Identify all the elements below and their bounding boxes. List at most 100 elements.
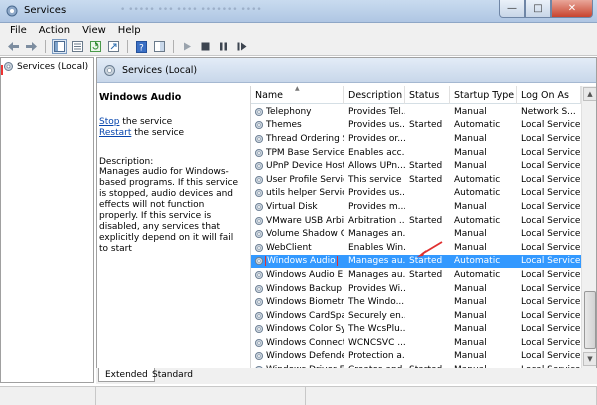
cell-name: TPM Base Services <box>251 148 344 158</box>
cell-log-on-as: Local Service <box>521 310 581 321</box>
gear-icon <box>254 148 264 157</box>
table-row[interactable]: Virtual Disk Provides m... Manual Local Ser… <box>251 200 581 214</box>
table-row[interactable]: Windows Color Sy... The WcsPlu... Manual Lo… <box>251 323 581 337</box>
close-button[interactable]: ✕ <box>551 0 593 18</box>
minimize-icon: — <box>507 3 517 14</box>
column-header-name[interactable]: ▲ Name <box>251 86 344 104</box>
export-icon <box>108 41 119 52</box>
cell-startup-type: Manual <box>454 229 487 240</box>
forward-button[interactable] <box>24 39 39 54</box>
forward-arrow-icon <box>26 42 37 51</box>
table-row[interactable]: UPnP Device Host Allows UPn... Started Manu… <box>251 159 581 173</box>
table-row[interactable]: Windows Connect... WCNCSVC ... Manual Local… <box>251 336 581 350</box>
menu-file[interactable]: File <box>4 25 33 36</box>
cell-name: Themes <box>251 120 344 130</box>
table-row[interactable]: Volume Shadow C... Manages an... Manual Loc… <box>251 227 581 241</box>
sort-ascending-icon: ▲ <box>295 86 300 92</box>
help-button[interactable]: ? <box>134 39 149 54</box>
cell-name: VMware USB Arbit... <box>251 216 344 226</box>
gear-icon <box>254 284 264 293</box>
scroll-down-button[interactable]: ▼ <box>583 352 596 366</box>
table-row[interactable]: utils helper Service Provides us... Automa… <box>251 187 581 201</box>
export-list-button[interactable] <box>106 39 121 54</box>
properties-button[interactable] <box>70 39 85 54</box>
vertical-scrollbar[interactable]: ▲ ▼ <box>581 86 596 368</box>
service-name: Windows Defender <box>266 351 344 362</box>
back-button[interactable] <box>6 39 21 54</box>
scroll-up-icon: ▲ <box>587 90 593 98</box>
cell-startup-type: Manual <box>454 161 487 172</box>
cell-name: Telephony <box>251 107 344 117</box>
menu-action[interactable]: Action <box>33 25 76 36</box>
maximize-icon: □ <box>533 3 543 14</box>
table-row[interactable]: Telephony Provides Tel... Manual Network S.… <box>251 105 581 119</box>
cell-description: Protection a... <box>348 351 405 362</box>
cell-description: The WcsPlu... <box>348 324 405 335</box>
table-row[interactable]: Windows Biometri... The Windo... Manual Loc… <box>251 295 581 309</box>
stop-link[interactable]: Stop <box>99 117 119 127</box>
cell-description: This service ... <box>348 174 405 185</box>
restart-link[interactable]: Restart <box>99 128 131 138</box>
column-header-description[interactable]: Description <box>344 86 405 104</box>
column-header-startup-label: Startup Type <box>454 89 515 101</box>
minimize-button[interactable]: — <box>499 0 525 18</box>
cell-startup-type: Automatic <box>454 174 501 185</box>
table-row[interactable]: Windows Backup Provides Wi... Manual Local … <box>251 282 581 296</box>
cell-log-on-as: Local Service <box>521 351 581 362</box>
scroll-thumb[interactable] <box>584 291 596 349</box>
table-row[interactable]: Windows Audio E... Manages au... Started Au… <box>251 268 581 282</box>
service-name: User Profile Service <box>266 174 344 185</box>
show-console-tree-button[interactable] <box>52 39 67 54</box>
cell-startup-type: Automatic <box>454 269 501 280</box>
column-header-log-on-as[interactable]: Log On As <box>517 86 581 104</box>
cell-description: Provides us... <box>348 188 405 199</box>
table-row[interactable]: Thread Ordering S... Provides or... Manual… <box>251 132 581 146</box>
cell-description: Provides Wi... <box>348 283 405 294</box>
pause-service-button[interactable] <box>216 39 231 54</box>
svg-text:?: ? <box>139 43 144 53</box>
cell-description: Manages an... <box>348 229 405 240</box>
table-row[interactable]: TPM Base Services Enables acc... Manual Loc… <box>251 146 581 160</box>
status-bar <box>0 386 597 405</box>
show-hide-action-pane-button[interactable] <box>152 39 167 54</box>
stop-service-button[interactable] <box>198 39 213 54</box>
gear-icon <box>254 107 264 116</box>
panel-header: Services (Local) <box>97 58 596 83</box>
cell-log-on-as: Local Service <box>521 161 581 172</box>
restart-service-button[interactable] <box>234 39 249 54</box>
gear-icon <box>4 62 13 71</box>
menu-help[interactable]: Help <box>112 25 147 36</box>
start-service-button[interactable] <box>180 39 195 54</box>
cell-name: WebClient <box>251 243 344 253</box>
table-row[interactable]: Themes Provides us... Started Automatic Loca… <box>251 119 581 133</box>
properties-icon <box>72 41 83 52</box>
cell-name: Virtual Disk <box>251 202 344 212</box>
tab-standard[interactable]: Standard <box>146 368 199 382</box>
tree-item-services-local[interactable]: Services (Local) <box>3 61 88 72</box>
cell-log-on-as: Local Service <box>521 297 581 308</box>
cell-log-on-as: Local Service <box>521 324 581 335</box>
service-name: Windows Backup <box>266 283 343 294</box>
cell-name: Windows Color Sy... <box>251 324 344 334</box>
cell-name: Windows Audio <box>251 256 344 267</box>
column-header-startup-type[interactable]: Startup Type <box>450 86 517 104</box>
column-header-description-label: Description <box>348 89 403 101</box>
cell-startup-type: Automatic <box>454 256 501 267</box>
cell-startup-type: Automatic <box>454 215 501 226</box>
scroll-up-button[interactable]: ▲ <box>583 87 596 101</box>
cell-startup-type: Manual <box>454 297 487 308</box>
cell-description: Provides Tel... <box>348 106 405 117</box>
maximize-button[interactable]: □ <box>525 0 551 18</box>
refresh-button[interactable] <box>88 39 103 54</box>
table-row[interactable]: Windows Defender Protection a... Manual Loc… <box>251 350 581 364</box>
services-rows: Telephony Provides Tel... Manual Network S.… <box>251 105 581 368</box>
gear-icon <box>254 134 264 144</box>
column-header-status[interactable]: Status <box>405 86 450 104</box>
menu-view[interactable]: View <box>76 25 112 36</box>
restart-action: Restart the service <box>99 128 245 139</box>
cell-name: Volume Shadow C... <box>251 229 344 239</box>
service-name: utils helper Service <box>266 188 344 199</box>
table-row[interactable]: VMware USB Arbit... Arbitration ... Starte… <box>251 214 581 228</box>
table-row[interactable]: User Profile Service This service ... Star… <box>251 173 581 187</box>
table-row[interactable]: Windows CardSpa... Securely en... Manual Lo… <box>251 309 581 323</box>
